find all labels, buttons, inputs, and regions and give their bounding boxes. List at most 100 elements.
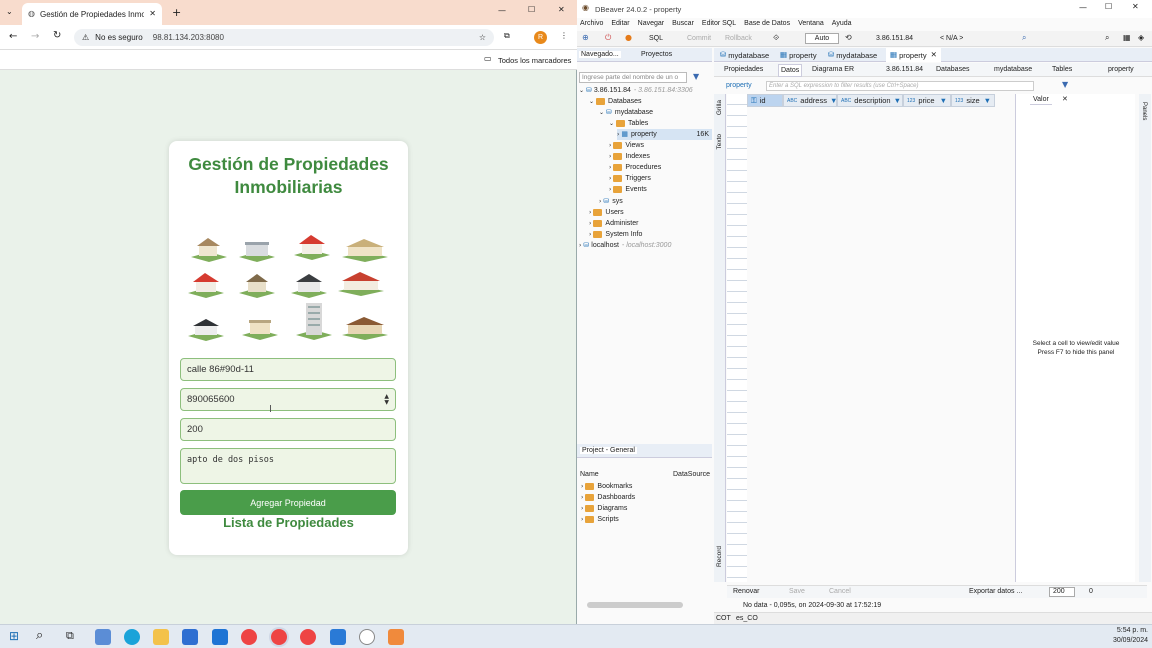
- tree-connection[interactable]: ⌄ ⛁ 3.86.151.84- 3.86.151.84:3306: [579, 85, 693, 96]
- project-item-scripts[interactable]: › Scripts: [581, 514, 619, 525]
- editor-tab-mydatabase[interactable]: ⛁ mydatabase: [716, 48, 773, 62]
- filter-icon[interactable]: ▼: [1062, 81, 1068, 89]
- text-view-tab[interactable]: Texto: [716, 134, 723, 150]
- column-header-description[interactable]: ABC description ▼: [837, 94, 903, 107]
- commit-button[interactable]: Commit: [687, 35, 711, 42]
- tree-indexes[interactable]: › Indexes: [609, 151, 650, 162]
- breadcrumb-tables[interactable]: Tables: [1052, 66, 1072, 73]
- mail-icon[interactable]: [212, 629, 228, 645]
- filter-icon[interactable]: ▼: [693, 73, 699, 81]
- edge-icon[interactable]: [124, 629, 140, 645]
- navigator-filter-input[interactable]: Ingrese parte del nombre de un o: [579, 72, 687, 83]
- tree-system-info[interactable]: › System Info: [589, 229, 642, 240]
- tree-sys[interactable]: › ⛁ sys: [599, 196, 623, 207]
- tab-diagrama-er[interactable]: Diagrama ER: [812, 66, 854, 73]
- description-textarea[interactable]: apto de dos pisos: [180, 448, 396, 484]
- bookmark-star-icon[interactable]: ☆: [479, 33, 486, 42]
- breadcrumb-databases[interactable]: Databases: [936, 66, 969, 73]
- cancel-button[interactable]: Cancel: [829, 588, 851, 595]
- auto-commit-select[interactable]: Auto: [805, 33, 839, 44]
- reload-icon[interactable]: ↻: [53, 31, 61, 41]
- close-window-icon[interactable]: ✕: [1132, 3, 1139, 11]
- search-icon[interactable]: ⌕: [1022, 34, 1026, 42]
- history-icon[interactable]: ⟲: [845, 34, 852, 42]
- close-tab-icon[interactable]: ✕: [149, 10, 156, 18]
- price-input[interactable]: 200: [180, 418, 396, 441]
- perspective-icon[interactable]: ▦: [1123, 34, 1131, 42]
- panels-tab[interactable]: Panels: [1141, 102, 1147, 120]
- column-header-price[interactable]: 123 price ▼: [903, 94, 951, 107]
- tree-db[interactable]: ⌄ ⛁ mydatabase: [599, 107, 653, 118]
- tree-triggers[interactable]: › Triggers: [609, 173, 651, 184]
- dbeaver-perspective-icon[interactable]: ◈: [1138, 34, 1144, 42]
- tab-navigator[interactable]: Navegado...: [579, 51, 621, 58]
- search-icon[interactable]: ⌕: [36, 629, 43, 642]
- all-bookmarks-link[interactable]: Todos los marcadores: [498, 56, 571, 65]
- refresh-button[interactable]: Renovar: [733, 588, 759, 595]
- sql-editor-button[interactable]: SQL: [649, 35, 663, 42]
- tree-views[interactable]: › Views: [609, 140, 644, 151]
- taskbar-time[interactable]: 5:54 p. m.: [1102, 627, 1148, 634]
- address-input[interactable]: calle 86#90d-11: [180, 358, 396, 381]
- project-item-diagrams[interactable]: › Diagrams: [581, 503, 627, 514]
- row-limit-input[interactable]: 200: [1049, 587, 1075, 597]
- sql-filter-input[interactable]: Enter a SQL expression to filter results…: [766, 81, 1034, 91]
- tree-tables[interactable]: ⌄ Tables: [609, 118, 648, 129]
- record-view-tab[interactable]: Record: [716, 546, 723, 567]
- tree-events[interactable]: › Events: [609, 184, 647, 195]
- extensions-icon[interactable]: ⧉: [504, 32, 510, 40]
- vscode-icon[interactable]: [330, 629, 346, 645]
- menu-editor-sql[interactable]: Editor SQL: [702, 20, 736, 27]
- chrome-profile-icon[interactable]: [300, 629, 316, 645]
- breadcrumb-connection[interactable]: 3.86.151.84: [886, 66, 923, 73]
- menu-ventana[interactable]: Ventana: [798, 20, 824, 27]
- breadcrumb-mydatabase[interactable]: mydatabase: [994, 66, 1032, 73]
- pin-icon[interactable]: ●: [625, 34, 632, 42]
- browser-tab[interactable]: ◍ Gestión de Propiedades Inmob ✕: [22, 3, 162, 25]
- chrome-menu-icon[interactable]: ⋮: [560, 32, 568, 40]
- minimize-icon[interactable]: —: [1079, 4, 1087, 12]
- editor-tab-property-active[interactable]: ▦ property ✕: [886, 48, 941, 62]
- new-connection-icon[interactable]: ⊕: [582, 34, 589, 42]
- minimize-icon[interactable]: —: [498, 7, 506, 15]
- menu-editar[interactable]: Editar: [611, 20, 629, 27]
- file-explorer-icon[interactable]: [153, 629, 169, 645]
- windows-start-icon[interactable]: ⊞: [9, 630, 19, 642]
- omnibox[interactable]: ⚠ No es seguro 98.81.134.203:8080 ☆: [74, 29, 494, 46]
- project-item-dashboards[interactable]: › Dashboards: [581, 492, 635, 503]
- save-button[interactable]: Save: [789, 588, 805, 595]
- transaction-mode-icon[interactable]: ⟐: [773, 34, 779, 42]
- menu-buscar[interactable]: Buscar: [672, 20, 694, 27]
- chrome-active-icon[interactable]: [271, 629, 287, 645]
- rollback-button[interactable]: Rollback: [725, 35, 752, 42]
- add-property-button[interactable]: Agregar Propiedad: [180, 490, 396, 515]
- tree-users[interactable]: › Users: [589, 207, 624, 218]
- search-icon[interactable]: ⌕: [1105, 34, 1109, 42]
- spinner-arrows-icon[interactable]: ▲ ▼: [384, 393, 389, 406]
- task-view-icon[interactable]: ⧉: [66, 630, 74, 641]
- tab-datos[interactable]: Datos: [778, 64, 803, 77]
- breadcrumb-property[interactable]: property: [1108, 66, 1134, 73]
- store-icon[interactable]: [182, 629, 198, 645]
- disconnect-icon[interactable]: ⏻: [605, 34, 611, 42]
- column-header-address[interactable]: ABC address ▼: [783, 94, 837, 107]
- menu-navegar[interactable]: Navegar: [638, 20, 664, 27]
- export-data-button[interactable]: Exportar datos ...: [969, 588, 1022, 595]
- chrome-icon[interactable]: [241, 629, 257, 645]
- active-schema-select[interactable]: < N/A >: [940, 35, 963, 42]
- forward-icon[interactable]: →: [31, 32, 39, 42]
- tree-localhost[interactable]: › ⛁ localhost - localhost:3000: [579, 240, 671, 251]
- column-header-id[interactable]: ⚿ id: [747, 94, 783, 107]
- git-tool-icon[interactable]: [388, 629, 404, 645]
- tab-search-icon[interactable]: ⌄: [6, 8, 13, 16]
- tab-propiedades[interactable]: Propiedades: [724, 66, 763, 73]
- project-item-bookmarks[interactable]: › Bookmarks: [581, 481, 632, 492]
- tree-table-property[interactable]: › ▦ property 16K: [617, 129, 712, 140]
- column-header-size[interactable]: 123 size ▼: [951, 94, 995, 107]
- tree-procedures[interactable]: › Procedures: [609, 162, 661, 173]
- horizontal-scrollbar[interactable]: [587, 602, 683, 608]
- menu-ayuda[interactable]: Ayuda: [832, 20, 852, 27]
- close-window-icon[interactable]: ✕: [558, 6, 565, 14]
- maximize-icon[interactable]: ☐: [1105, 3, 1112, 11]
- editor-tab-mydatabase-2[interactable]: ⛁ mydatabase: [824, 48, 881, 62]
